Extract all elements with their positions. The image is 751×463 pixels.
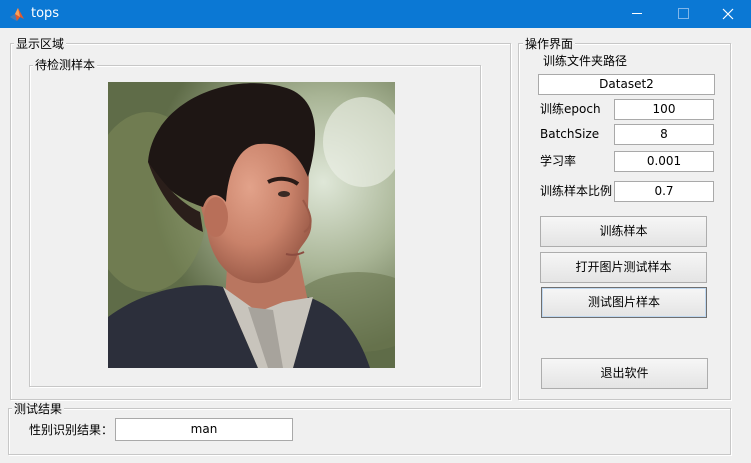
batchsize-label: BatchSize [540, 127, 600, 141]
title-bar: tops [0, 0, 751, 28]
batchsize-input[interactable]: 8 [614, 124, 714, 145]
train-ratio-input[interactable]: 0.7 [614, 181, 714, 202]
matlab-icon [10, 8, 24, 21]
learning-rate-input[interactable]: 0.001 [614, 151, 714, 172]
learning-rate-label: 学习率 [540, 154, 577, 168]
path-label: 训练文件夹路径 [543, 54, 628, 68]
maximize-icon[interactable] [660, 0, 706, 28]
train-ratio-label: 训练样本比例 [540, 184, 613, 198]
minimize-icon[interactable] [614, 0, 660, 28]
test-image-button[interactable]: 测试图片样本 [541, 287, 707, 318]
exit-button[interactable]: 退出软件 [541, 358, 708, 389]
open-test-image-button[interactable]: 打开图片测试样本 [540, 252, 707, 283]
close-icon[interactable] [705, 0, 751, 28]
operation-panel-title: 操作界面 [523, 37, 576, 51]
train-button[interactable]: 训练样本 [540, 216, 707, 247]
gender-result-value: man [115, 418, 293, 441]
sample-group-title: 待检测样本 [33, 58, 98, 72]
display-panel-title: 显示区域 [14, 37, 67, 51]
gender-result-label: 性别识别结果： [29, 423, 114, 437]
epoch-input[interactable]: 100 [614, 99, 714, 120]
sample-image [108, 82, 395, 368]
epoch-label: 训练epoch [540, 102, 601, 116]
result-panel-title: 测试结果 [12, 402, 65, 416]
path-input[interactable]: Dataset2 [538, 74, 715, 95]
window-title: tops [31, 6, 60, 21]
